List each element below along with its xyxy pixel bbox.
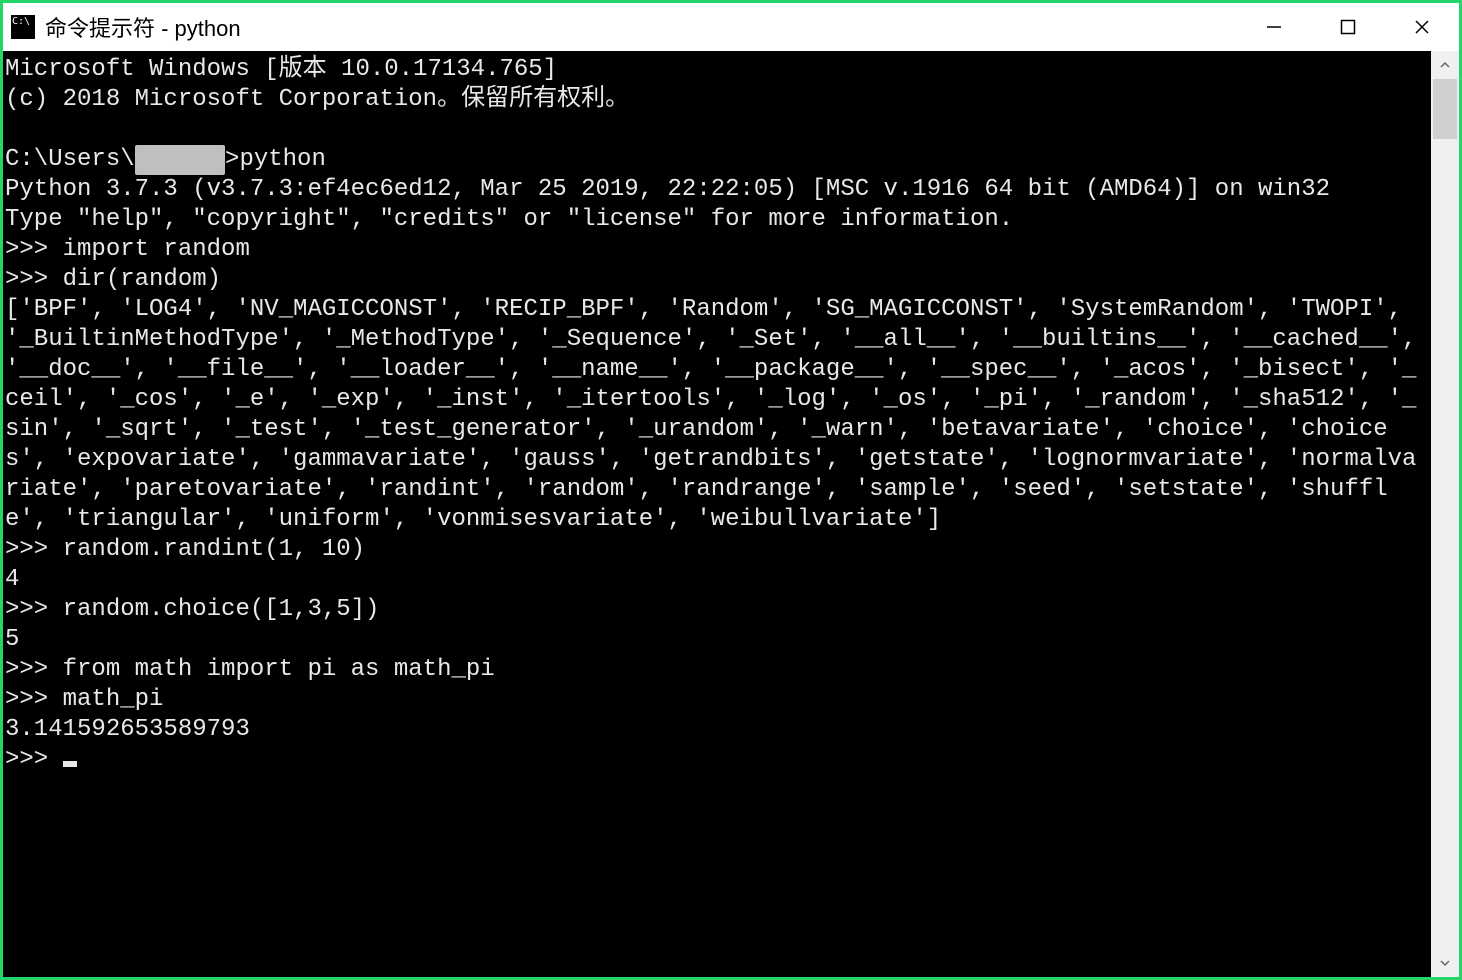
titlebar[interactable]: 命令提示符 - python <box>3 3 1459 51</box>
close-button[interactable] <box>1385 3 1459 51</box>
repl-output-3: 4 <box>5 566 19 593</box>
python-help-line: Type "help", "copyright", "credits" or "… <box>5 206 1013 233</box>
repl-output-4: 5 <box>5 626 19 653</box>
client-area: Microsoft Windows [版本 10.0.17134.765] (c… <box>3 51 1459 977</box>
repl-prompt: >>> <box>5 746 63 773</box>
scroll-up-button[interactable] <box>1431 51 1459 79</box>
repl-prompt: >>> <box>5 236 63 263</box>
scroll-thumb[interactable] <box>1433 79 1457 139</box>
redacted-username <box>135 145 225 175</box>
repl-prompt: >>> <box>5 536 63 563</box>
repl-input-3: random.randint(1, 10) <box>63 536 365 563</box>
window-title: 命令提示符 - python <box>45 11 241 43</box>
shell-prompt-prefix: C:\Users\ <box>5 146 135 173</box>
shell-command: >python <box>225 146 326 173</box>
repl-prompt: >>> <box>5 686 63 713</box>
repl-prompt: >>> <box>5 266 63 293</box>
python-banner: Python 3.7.3 (v3.7.3:ef4ec6ed12, Mar 25 … <box>5 176 1330 203</box>
repl-output-6: 3.141592653589793 <box>5 716 250 743</box>
window-frame: 命令提示符 - python Microsoft Windows [版本 10.… <box>0 0 1462 980</box>
repl-input-6: math_pi <box>63 686 164 713</box>
terminal[interactable]: Microsoft Windows [版本 10.0.17134.765] (c… <box>3 51 1431 977</box>
cursor <box>63 761 77 767</box>
scroll-down-button[interactable] <box>1431 949 1459 977</box>
line-windows-version: Microsoft Windows [版本 10.0.17134.765] <box>5 56 557 83</box>
line-copyright: (c) 2018 Microsoft Corporation。保留所有权利。 <box>5 86 629 113</box>
window-controls <box>1237 3 1459 51</box>
repl-input-1: import random <box>63 236 250 263</box>
chevron-up-icon <box>1440 60 1450 70</box>
scroll-track[interactable] <box>1431 79 1459 949</box>
chevron-down-icon <box>1440 958 1450 968</box>
cmd-icon <box>11 15 35 39</box>
maximize-icon <box>1340 19 1356 35</box>
repl-input-2: dir(random) <box>63 266 221 293</box>
minimize-icon <box>1265 18 1283 36</box>
repl-prompt: >>> <box>5 596 63 623</box>
repl-input-4: random.choice([1,3,5]) <box>63 596 380 623</box>
repl-prompt: >>> <box>5 656 63 683</box>
minimize-button[interactable] <box>1237 3 1311 51</box>
maximize-button[interactable] <box>1311 3 1385 51</box>
repl-input-5: from math import pi as math_pi <box>63 656 495 683</box>
vertical-scrollbar[interactable] <box>1431 51 1459 977</box>
repl-output-2: ['BPF', 'LOG4', 'NV_MAGICCONST', 'RECIP_… <box>5 296 1431 533</box>
close-icon <box>1413 18 1431 36</box>
